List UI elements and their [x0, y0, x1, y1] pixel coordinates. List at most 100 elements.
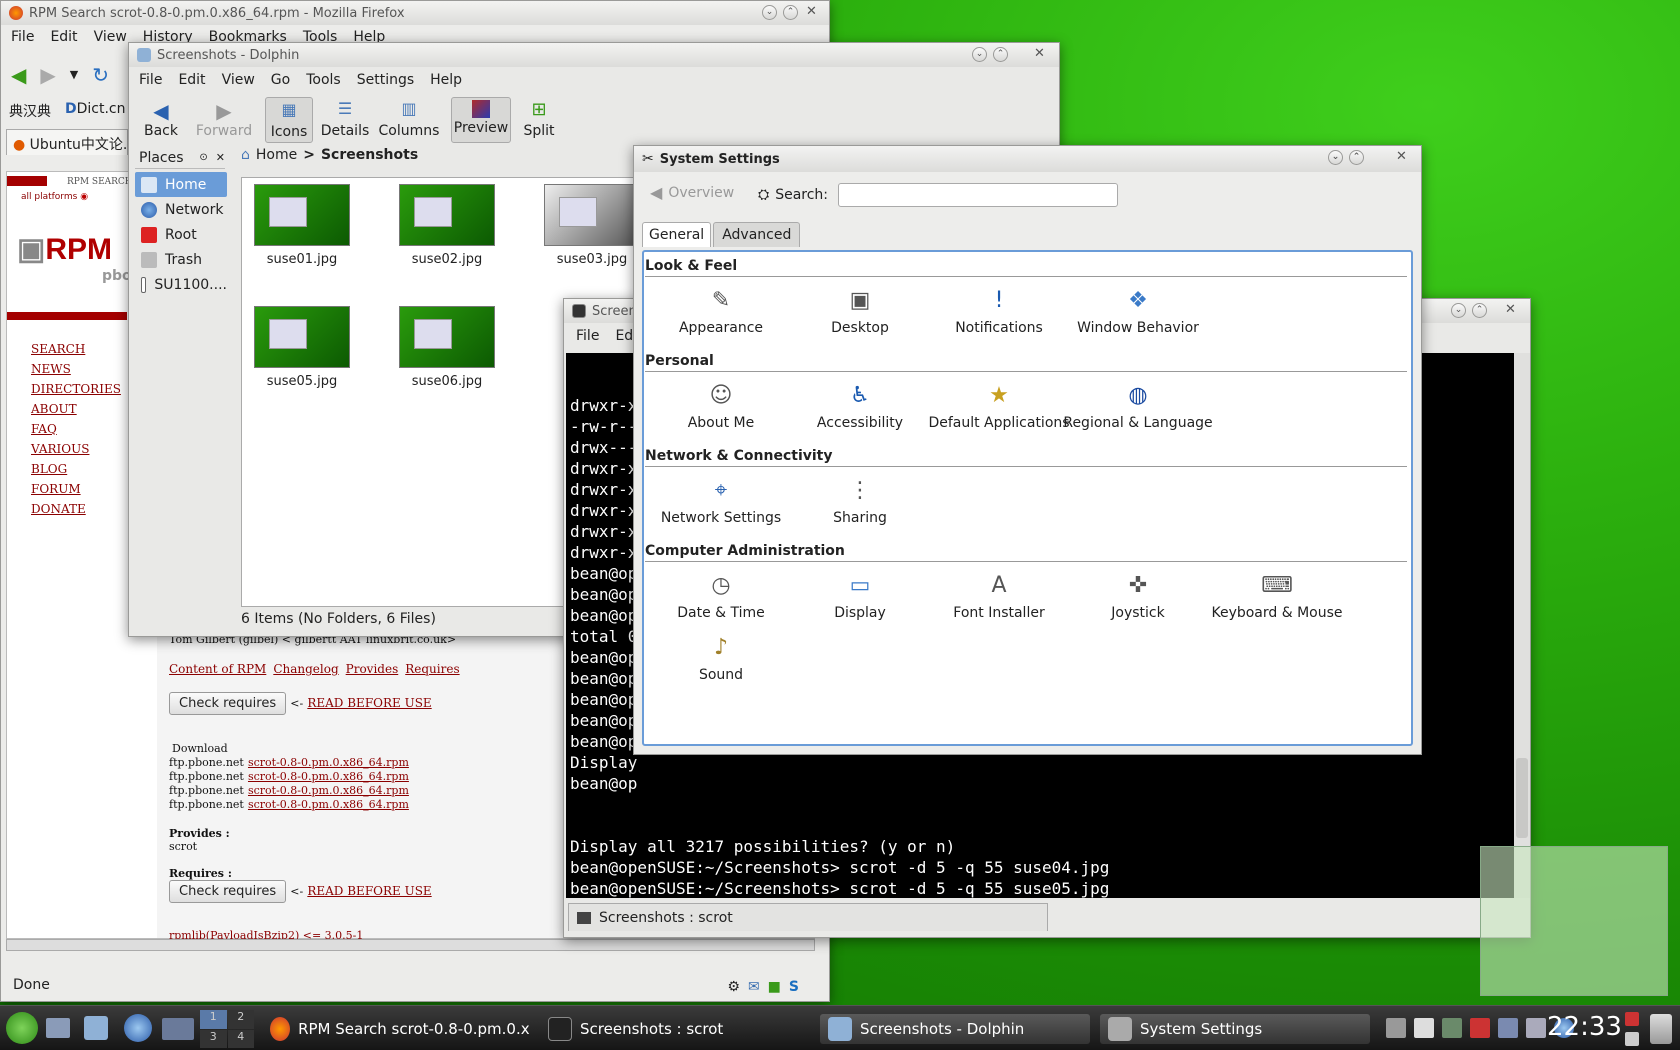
settings-item-regional-language[interactable]: ◍ Regional & Language	[1063, 379, 1213, 432]
icons-view-button[interactable]: ▦ Icons	[265, 97, 313, 143]
tray-volume-icon[interactable]	[1526, 1018, 1546, 1038]
settings-item-display[interactable]: ▭ Display	[785, 569, 935, 622]
menu-file[interactable]: File	[131, 72, 170, 88]
settings-item-window-behavior[interactable]: ❖ Window Behavior	[1063, 284, 1213, 337]
addon-icon[interactable]: ⚙	[727, 979, 740, 995]
settings-item-notifications[interactable]: ! Notifications	[924, 284, 1074, 337]
pager-desktop-2[interactable]: 2	[227, 1010, 254, 1029]
link-requires[interactable]: Requires	[405, 662, 459, 676]
tray-printer-icon[interactable]	[1386, 1018, 1406, 1038]
tray-network-icon[interactable]	[1498, 1018, 1518, 1038]
show-desktop-icon[interactable]	[46, 1018, 70, 1038]
file-item[interactable]: suse01.jpg	[232, 184, 372, 267]
menu-help[interactable]: Help	[422, 72, 470, 88]
nav-faq[interactable]: FAQ	[31, 422, 121, 436]
trash-icon[interactable]	[1650, 1014, 1672, 1044]
pager-desktop-3[interactable]: 3	[200, 1029, 227, 1048]
reload-icon[interactable]: ↻	[92, 63, 109, 87]
dolphin-titlebar[interactable]: Screenshots - Dolphin ⌄ ⌃ ✕	[129, 43, 1059, 67]
nav-forum[interactable]: FORUM	[31, 482, 121, 496]
maximize-button[interactable]: ⌃	[783, 5, 798, 20]
settings-item-network-settings[interactable]: ⌖ Network Settings	[646, 474, 796, 527]
terminal-tab[interactable]: Screenshots : scrot	[568, 903, 1048, 931]
tab-general[interactable]: General	[642, 222, 712, 247]
tray-updater-icon[interactable]	[1442, 1018, 1462, 1038]
skype-icon[interactable]: S	[789, 979, 799, 995]
menu-edit[interactable]: Edit	[170, 72, 213, 88]
horizontal-scrollbar[interactable]	[6, 939, 815, 951]
bookmark-handian[interactable]: 典汉典	[9, 101, 51, 121]
nav-blog[interactable]: BLOG	[31, 462, 121, 476]
maximize-button[interactable]: ⌃	[1349, 150, 1364, 165]
virtual-desktop-pager[interactable]: 1 2 3 4	[200, 1010, 254, 1048]
desktop-thumbnail[interactable]	[1480, 846, 1668, 996]
file-item[interactable]: suse05.jpg	[232, 306, 372, 389]
settings-item-font-installer[interactable]: A Font Installer	[924, 569, 1074, 622]
file-item[interactable]: suse02.jpg	[377, 184, 517, 267]
close-button[interactable]: ✕	[1394, 150, 1409, 165]
back-button[interactable]: ◀ Back	[139, 99, 183, 139]
close-button[interactable]: ✕	[1503, 303, 1518, 318]
forward-icon[interactable]: ▶	[40, 63, 55, 87]
nav-directories[interactable]: DIRECTORIES	[31, 382, 121, 396]
settings-item-sound[interactable]: ♪ Sound	[646, 631, 796, 684]
minimize-button[interactable]: ⌄	[1451, 303, 1466, 318]
check-requires-button[interactable]: Check requires	[169, 692, 287, 715]
search-input[interactable]	[838, 183, 1119, 207]
task-system-settings[interactable]: System Settings	[1100, 1014, 1370, 1044]
nav-donate[interactable]: DONATE	[31, 502, 121, 516]
clock[interactable]: 22:33	[1547, 1012, 1622, 1042]
pager-desktop-4[interactable]: 4	[227, 1029, 254, 1048]
places-network[interactable]: Network	[135, 197, 227, 222]
download-link[interactable]: scrot-0.8-0.pm.0.x86_64.rpm	[248, 784, 409, 797]
menu-view[interactable]: View	[214, 72, 263, 88]
settings-titlebar[interactable]: ✂ System Settings ⌄ ⌃ ✕	[634, 146, 1421, 172]
download-link[interactable]: scrot-0.8-0.pm.0.x86_64.rpm	[248, 798, 409, 811]
maximize-button[interactable]: ⌃	[1472, 303, 1487, 318]
places-root[interactable]: Root	[135, 222, 227, 247]
menu-file[interactable]: File	[3, 29, 42, 45]
overview-button[interactable]: ◀ Overview	[650, 183, 734, 202]
settings-item-desktop[interactable]: ▣ Desktop	[785, 284, 935, 337]
mail-icon[interactable]: ✉	[748, 979, 760, 995]
firefox-titlebar[interactable]: RPM Search scrot-0.8-0.pm.0.x86_64.rpm -…	[1, 1, 829, 25]
read-before-link[interactable]: READ BEFORE USE	[307, 696, 431, 710]
close-button[interactable]: ✕	[1032, 47, 1047, 62]
settings-item-about-me[interactable]: ☺ About Me	[646, 379, 796, 432]
file-item[interactable]: suse06.jpg	[377, 306, 517, 389]
nav-news[interactable]: NEWS	[31, 362, 121, 376]
breadcrumb-current[interactable]: Screenshots	[321, 147, 418, 163]
platform-option[interactable]: all platforms ◉	[21, 192, 88, 202]
settings-item-default-applications[interactable]: ★ Default Applications	[924, 379, 1074, 432]
link-content[interactable]: Content of RPM	[169, 662, 266, 676]
tab-ubuntu[interactable]: ● Ubuntu中文论...	[6, 129, 128, 155]
task-terminal[interactable]: Screenshots : scrot	[540, 1014, 810, 1044]
nav-about[interactable]: ABOUT	[31, 402, 121, 416]
maximize-button[interactable]: ⌃	[993, 47, 1008, 62]
minimize-button[interactable]: ⌄	[972, 47, 987, 62]
settings-item-appearance[interactable]: ✎ Appearance	[646, 284, 796, 337]
settings-item-joystick[interactable]: ✜ Joystick	[1063, 569, 1213, 622]
menu-go[interactable]: Go	[263, 72, 298, 88]
menu-file[interactable]: File	[568, 328, 607, 344]
nav-search[interactable]: SEARCH	[31, 342, 121, 356]
breadcrumb-home[interactable]: Home	[256, 147, 297, 163]
places-trash[interactable]: Trash	[135, 247, 227, 272]
task-firefox[interactable]: RPM Search scrot-0.8-0.pm.0.x86_64	[262, 1014, 530, 1044]
scroll-thumb[interactable]	[1516, 758, 1528, 838]
minimize-button[interactable]: ⌄	[1328, 150, 1343, 165]
menu-tools[interactable]: Tools	[298, 72, 349, 88]
details-view-button[interactable]: ☰ Details	[317, 99, 373, 139]
forward-button[interactable]: ▶ Forward	[189, 99, 259, 139]
settings-item-date-time[interactable]: ◷ Date & Time	[646, 569, 796, 622]
download-link[interactable]: scrot-0.8-0.pm.0.x86_64.rpm	[248, 770, 409, 783]
pin-icon[interactable]: ⊙	[199, 152, 207, 163]
file-manager-icon[interactable]	[84, 1016, 108, 1040]
check-requires-button-2[interactable]: Check requires	[169, 880, 287, 903]
preview-button[interactable]: Preview	[451, 97, 511, 143]
menu-edit[interactable]: Edit	[42, 29, 85, 45]
tray-notes-icon[interactable]	[1470, 1018, 1490, 1038]
menu-settings[interactable]: Settings	[349, 72, 422, 88]
remote-desktop-icon[interactable]	[162, 1018, 194, 1040]
application-menu-icon[interactable]	[6, 1012, 38, 1044]
